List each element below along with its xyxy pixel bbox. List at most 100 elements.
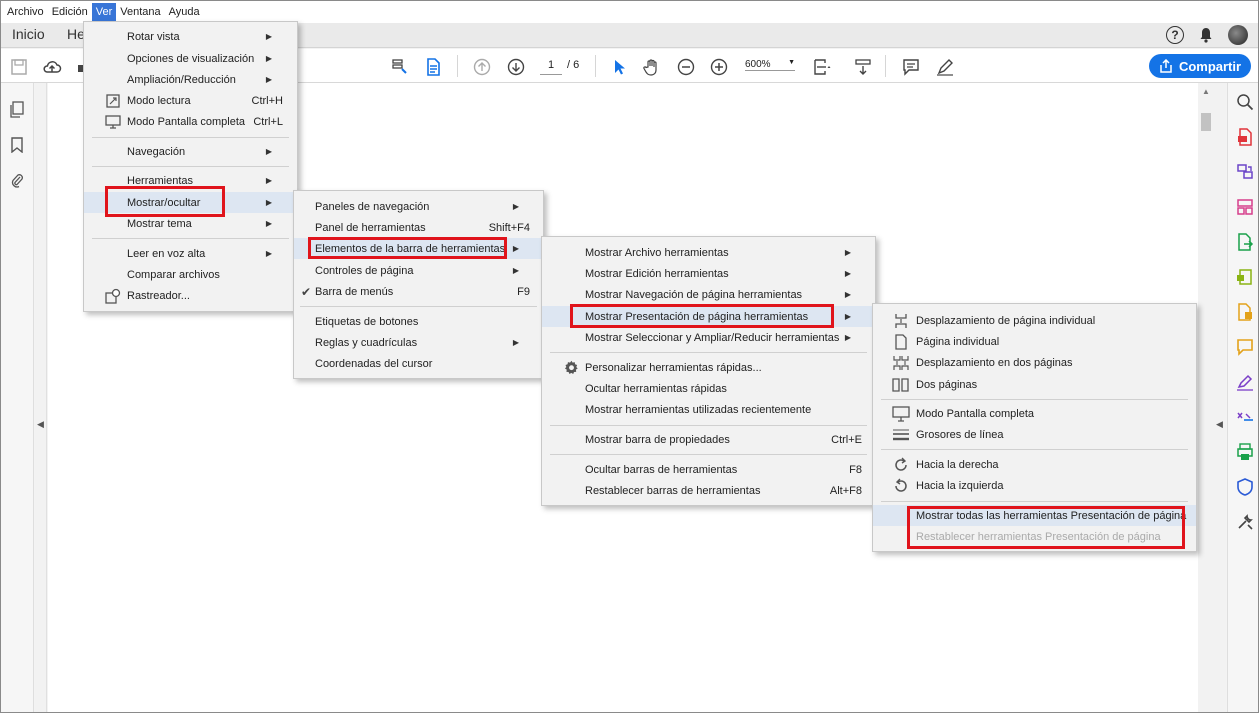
- menu-item-mostrar-tema[interactable]: Mostrar tema ▶: [84, 213, 297, 234]
- menu-item-label: Grosores de línea: [916, 428, 1004, 441]
- menu-archivo[interactable]: Archivo: [3, 3, 48, 21]
- scroll-mode-icon[interactable]: [852, 56, 874, 78]
- menu-item-recientes[interactable]: Mostrar herramientas utilizadas reciente…: [542, 399, 875, 420]
- menu-item-label: Etiquetas de botones: [315, 315, 419, 328]
- attachment-icon[interactable]: [8, 171, 26, 189]
- page-down-icon[interactable]: [505, 56, 527, 78]
- search-zoom-icon[interactable]: [1235, 92, 1255, 112]
- export-pdf-icon[interactable]: [1235, 232, 1255, 252]
- hand-tool-icon[interactable]: [641, 56, 663, 78]
- combine-files-icon[interactable]: [1235, 162, 1255, 182]
- menu-ver[interactable]: Ver: [91, 3, 117, 21]
- menu-item-label: Mostrar Presentación de página herramien…: [585, 310, 809, 323]
- pen-icon[interactable]: [934, 56, 956, 78]
- zoom-out-icon[interactable]: [675, 56, 697, 78]
- menu-item-hacia-derecha[interactable]: Hacia la derecha: [873, 454, 1196, 475]
- fill-sign-icon[interactable]: [1235, 302, 1255, 322]
- menu-item-ocultar-rapidas[interactable]: Ocultar herramientas rápidas: [542, 378, 875, 399]
- menu-item-pantalla-completa[interactable]: Modo Pantalla completa: [873, 403, 1196, 424]
- right-panel-collapse[interactable]: ◀: [1214, 83, 1226, 712]
- menu-item-etiquetas-botones[interactable]: Etiquetas de botones: [294, 311, 543, 332]
- tools-wrench-icon[interactable]: [1235, 512, 1255, 532]
- menu-edicion[interactable]: Edición: [48, 3, 92, 21]
- menu-item-pantalla-completa[interactable]: Modo Pantalla completa Ctrl+L: [84, 111, 297, 132]
- menu-item-ocultar-barras[interactable]: Ocultar barras de herramientas F8: [542, 459, 875, 480]
- menu-divider: [550, 425, 867, 426]
- menu-item-coordenadas-cursor[interactable]: Coordenadas del cursor: [294, 353, 543, 374]
- vertical-scrollbar[interactable]: ▲: [1198, 83, 1214, 712]
- menu-item-grosores-linea[interactable]: Grosores de línea: [873, 424, 1196, 445]
- menu-item-barra-propiedades[interactable]: Mostrar barra de propiedades Ctrl+E: [542, 429, 875, 450]
- edit-pdf-icon[interactable]: [1235, 267, 1255, 287]
- zoom-select[interactable]: 600% ▼: [745, 59, 795, 71]
- menu-item-dos-paginas[interactable]: Dos páginas: [873, 374, 1196, 395]
- redact-icon[interactable]: [1235, 407, 1255, 427]
- touch-reading-icon[interactable]: [389, 56, 411, 78]
- page-view-icon[interactable]: [422, 56, 444, 78]
- menu-item-mostrar-navegacion[interactable]: Mostrar Navegación de página herramienta…: [542, 284, 875, 305]
- menu-item-mostrar-todas[interactable]: Mostrar todas las herramientas Presentac…: [873, 505, 1196, 526]
- menu-item-ampliacion[interactable]: Ampliación/Reducción ▶: [84, 69, 297, 90]
- menu-item-mostrar-ocultar[interactable]: Mostrar/ocultar ▶: [84, 192, 297, 213]
- toolbar-divider: [457, 55, 458, 77]
- menu-divider: [92, 166, 289, 167]
- bookmark-icon[interactable]: [8, 136, 26, 154]
- help-icon[interactable]: ?: [1166, 26, 1184, 44]
- menu-item-restablecer-barras[interactable]: Restablecer barras de herramientas Alt+F8: [542, 480, 875, 501]
- zoom-in-icon[interactable]: [708, 56, 730, 78]
- left-panel-collapse[interactable]: ◀: [35, 83, 47, 712]
- cloud-upload-icon[interactable]: [41, 56, 63, 78]
- menu-item-panel-herramientas[interactable]: Panel de herramientas Shift+F4: [294, 217, 543, 238]
- comment-icon[interactable]: [900, 56, 922, 78]
- menu-item-pagina-individual[interactable]: Página individual: [873, 331, 1196, 352]
- tab-home[interactable]: Inicio: [12, 26, 45, 42]
- select-cursor-icon[interactable]: [608, 56, 630, 78]
- share-button[interactable]: Compartir: [1149, 54, 1251, 78]
- menu-item-label: Desplazamiento de página individual: [916, 314, 1096, 327]
- sign-icon[interactable]: [1235, 372, 1255, 392]
- organize-pages-icon[interactable]: [1235, 197, 1255, 217]
- scrollbar-thumb[interactable]: [1201, 113, 1211, 131]
- menu-divider: [92, 137, 289, 138]
- menu-item-label: Barra de menús: [315, 285, 394, 298]
- menu-item-reglas-cuadriculas[interactable]: Reglas y cuadrículas ▶: [294, 332, 543, 353]
- bell-icon[interactable]: [1198, 26, 1214, 44]
- menu-item-desplazamiento-dos[interactable]: Desplazamiento en dos páginas: [873, 352, 1196, 373]
- menu-item-controles-pagina[interactable]: Controles de página ▶: [294, 260, 543, 281]
- menu-item-navegacion[interactable]: Navegación ▶: [84, 141, 297, 162]
- menu-ventana[interactable]: Ventana: [116, 3, 164, 21]
- menu-item-elementos-barra[interactable]: Elementos de la barra de herramientas ▶: [294, 238, 543, 259]
- menu-item-mostrar-archivo[interactable]: Mostrar Archivo herramientas ▶: [542, 242, 875, 263]
- protect-icon[interactable]: [1235, 477, 1255, 497]
- menu-item-hacia-izquierda[interactable]: Hacia la izquierda: [873, 475, 1196, 496]
- create-pdf-icon[interactable]: [1235, 127, 1255, 147]
- menu-item-herramientas[interactable]: Herramientas ▶: [84, 170, 297, 191]
- menu-item-opciones-visualizacion[interactable]: Opciones de visualización ▶: [84, 48, 297, 69]
- page-thumbnails-icon[interactable]: [8, 101, 26, 119]
- menu-item-barra-menus[interactable]: ✔ Barra de menús F9: [294, 281, 543, 302]
- scroll-up-icon[interactable]: ▲: [1202, 87, 1210, 96]
- menu-item-label: Elementos de la barra de herramientas: [315, 242, 506, 255]
- menu-item-mostrar-edicion[interactable]: Mostrar Edición herramientas ▶: [542, 263, 875, 284]
- avatar[interactable]: [1228, 25, 1248, 45]
- menu-item-comparar-archivos[interactable]: Comparar archivos: [84, 264, 297, 285]
- ver-menu: Rotar vista ▶ Opciones de visualización ▶ …: [83, 21, 298, 312]
- menu-item-leer-voz-alta[interactable]: Leer en voz alta ▶: [84, 243, 297, 264]
- print-production-icon[interactable]: [1235, 442, 1255, 462]
- menu-item-modo-lectura[interactable]: Modo lectura Ctrl+H: [84, 90, 297, 111]
- zoom-value: 600%: [745, 59, 771, 70]
- comment-tool-icon[interactable]: [1235, 337, 1255, 357]
- menu-item-rastreador[interactable]: Rastreador...: [84, 285, 297, 306]
- page-number-input[interactable]: 1: [540, 59, 562, 75]
- menu-item-personalizar[interactable]: Personalizar herramientas rápidas...: [542, 357, 875, 378]
- menu-item-rotar-vista[interactable]: Rotar vista ▶: [84, 26, 297, 47]
- menu-item-mostrar-presentacion[interactable]: Mostrar Presentación de página herramien…: [542, 306, 875, 327]
- menu-item-label: Panel de herramientas: [315, 221, 426, 234]
- menu-ayuda[interactable]: Ayuda: [165, 3, 204, 21]
- fit-page-icon[interactable]: [811, 56, 833, 78]
- menu-item-paneles-navegacion[interactable]: Paneles de navegación ▶: [294, 196, 543, 217]
- page-up-icon[interactable]: [471, 56, 493, 78]
- save-icon[interactable]: [8, 56, 30, 78]
- menu-item-mostrar-seleccionar[interactable]: Mostrar Seleccionar y Ampliar/Reducir he…: [542, 327, 875, 348]
- menu-item-desplazamiento-individual[interactable]: Desplazamiento de página individual: [873, 310, 1196, 331]
